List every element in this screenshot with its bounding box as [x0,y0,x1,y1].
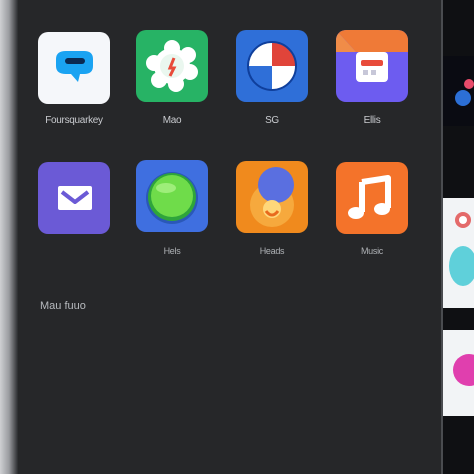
top-label-2 [258,0,288,8]
app-label-2: Mao [162,115,182,126]
app-label-4: Ellis [363,115,381,126]
chat-bubble-icon[interactable] [38,32,110,104]
green-circle-icon[interactable] [136,160,208,232]
top-label-3 [358,0,388,8]
app-label-1: Foursquarkey [45,115,103,126]
top-label-1 [160,0,190,8]
adjacent-window-strip [441,0,474,474]
gear-flower-icon[interactable] [136,30,208,102]
blob-icon[interactable] [236,161,308,233]
window-left-edge [0,0,18,474]
app-label-3: SG [265,115,279,126]
music-note-icon[interactable] [336,162,408,234]
store-icon[interactable] [336,30,408,102]
app-label-7: Heads [259,246,285,256]
pie-chart-icon[interactable] [236,30,308,102]
app-label-8: Music [360,246,383,256]
app-label-6: Hels [163,246,181,256]
envelope-icon[interactable] [38,162,110,234]
window-divider [441,0,443,474]
section-label: Mau fuuo [40,300,86,312]
